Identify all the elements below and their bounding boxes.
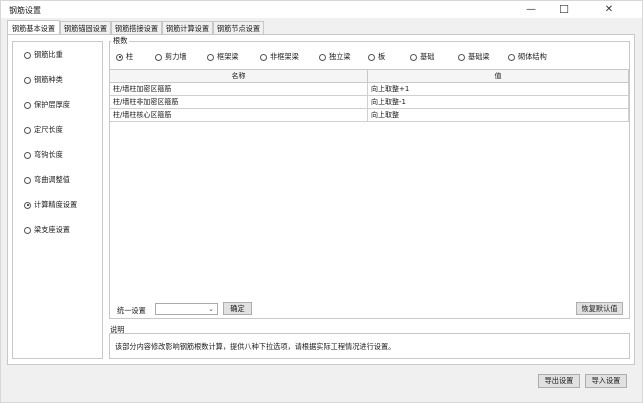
type-masonry[interactable]: 砌体结构 — [508, 52, 547, 62]
description-text: 该部分内容修改影响钢筋根数计算，提供八种下拉选项，请根据实际工程情况进行设置。 — [115, 342, 396, 351]
radio-selected-icon — [116, 53, 123, 61]
row-value[interactable]: 向上取整 — [368, 109, 629, 122]
radio-icon — [155, 53, 162, 61]
type-foundation[interactable]: 基础 — [410, 52, 434, 62]
radio-icon — [368, 53, 375, 61]
radio-icon — [24, 176, 31, 184]
import-settings-button[interactable]: 导入设置 — [585, 374, 627, 388]
menu-item-rebar-density[interactable]: 钢筋比重 — [24, 50, 63, 60]
radio-icon — [24, 51, 31, 59]
minimize-button[interactable]: — — [515, 1, 547, 18]
radio-icon — [24, 151, 31, 159]
chevron-down-icon: ⌄ — [208, 305, 214, 313]
radio-icon — [24, 76, 31, 84]
tab-lap[interactable]: 钢筋搭接设置 — [111, 21, 162, 35]
radio-icon — [410, 53, 417, 61]
type-frame-beam[interactable]: 框架梁 — [207, 52, 239, 62]
type-column[interactable]: 柱 — [116, 52, 133, 62]
group-label: 根数 — [111, 36, 130, 46]
menu-item-hook-length[interactable]: 弯钩长度 — [24, 150, 63, 160]
row-name: 柱/墙柱非加密区箍筋 — [110, 96, 368, 109]
radio-icon — [458, 53, 465, 61]
radio-icon — [24, 126, 31, 134]
restore-default-button[interactable]: 恢复默认值 — [576, 302, 623, 315]
unified-setting-label: 统一设置 — [117, 306, 146, 315]
description-box: 该部分内容修改影响钢筋根数计算，提供八种下拉选项，请根据实际工程情况进行设置。 — [109, 333, 630, 359]
type-slab[interactable]: 板 — [368, 52, 385, 62]
type-non-frame-beam[interactable]: 非框架梁 — [260, 52, 299, 62]
tab-anchorage[interactable]: 钢筋锚固设置 — [60, 21, 111, 35]
radio-icon — [319, 53, 326, 61]
settings-grid: 名称 值 柱/墙柱加密区箍筋 向上取整+1 柱/墙柱非加密区箍筋 向上取整-1 … — [110, 69, 629, 320]
column-header-name[interactable]: 名称 — [110, 70, 368, 83]
radio-icon — [24, 226, 31, 234]
menu-item-beam-support[interactable]: 梁支座设置 — [24, 225, 70, 235]
row-value[interactable]: 向上取整+1 — [368, 83, 629, 96]
menu-item-fixed-length[interactable]: 定尺长度 — [24, 125, 63, 135]
unified-setting-select[interactable]: ⌄ — [155, 303, 218, 315]
menu-item-bend-adjustment[interactable]: 弯曲调整值 — [24, 175, 70, 185]
menu-item-cover-thickness[interactable]: 保护层厚度 — [24, 100, 70, 110]
maximize-button[interactable]: ☐ — [548, 1, 580, 18]
row-name: 柱/墙柱核心区箍筋 — [110, 109, 368, 122]
menu-item-rebar-type[interactable]: 钢筋种类 — [24, 75, 63, 85]
title-bar: 钢筋设置 — ☐ ✕ — [1, 1, 642, 18]
row-name: 柱/墙柱加密区箍筋 — [110, 83, 368, 96]
radio-selected-icon — [24, 201, 31, 209]
radio-icon — [24, 101, 31, 109]
radio-icon — [260, 53, 267, 61]
type-foundation-beam[interactable]: 基础梁 — [458, 52, 490, 62]
close-button[interactable]: ✕ — [593, 1, 625, 18]
export-settings-button[interactable]: 导出设置 — [538, 374, 580, 388]
radio-icon — [207, 53, 214, 61]
row-value[interactable]: 向上取整-1 — [368, 96, 629, 109]
type-shear-wall[interactable]: 剪力墙 — [155, 52, 187, 62]
column-header-value[interactable]: 值 — [368, 70, 629, 83]
window-title: 钢筋设置 — [9, 6, 41, 15]
type-independent-beam[interactable]: 独立梁 — [319, 52, 351, 62]
tab-calculation[interactable]: 钢筋计算设置 — [162, 21, 213, 35]
menu-item-precision[interactable]: 计算精度设置 — [24, 200, 77, 210]
confirm-button[interactable]: 确定 — [223, 302, 252, 315]
radio-icon — [508, 53, 515, 61]
tab-node[interactable]: 钢筋节点设置 — [213, 21, 264, 35]
